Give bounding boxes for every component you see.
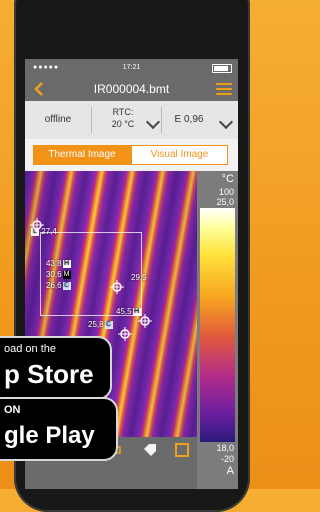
rtc-value: 20 °C: [111, 119, 135, 129]
back-icon[interactable]: [31, 80, 49, 98]
cold-spot-crosshair-icon[interactable]: [118, 327, 132, 341]
rtc-readout[interactable]: RTC: 20 °C: [92, 106, 154, 130]
scale-min: -20: [220, 454, 234, 464]
scale-unit: °C: [221, 173, 234, 185]
crosshair-icon[interactable]: [110, 280, 124, 294]
menu-icon[interactable]: [216, 83, 232, 95]
crosshair-icon[interactable]: [30, 218, 44, 232]
tab-visual-image[interactable]: Visual Image: [131, 145, 228, 165]
emissivity-value[interactable]: E 0,96: [164, 114, 214, 125]
file-title: IR000004.bmt: [93, 82, 170, 96]
app-store-badge[interactable]: oad on the p Store: [0, 336, 112, 400]
scale-max: 100: [218, 187, 234, 197]
spot-hot-label: 45,5 H: [116, 307, 141, 316]
tag-icon[interactable]: [143, 443, 157, 457]
battery-icon: [212, 64, 232, 73]
spot-value: 29,5: [131, 273, 147, 282]
tab-thermal-image[interactable]: Thermal Image: [33, 145, 131, 165]
connection-status: offline: [44, 114, 72, 125]
frame-icon[interactable]: [175, 443, 189, 457]
badge-line1: ON: [4, 404, 21, 416]
info-bar: offline RTC: 20 °C E 0,96: [25, 101, 238, 139]
stat-max: 43,8 H: [46, 259, 71, 268]
color-palette-bar: [200, 208, 235, 442]
temperature-scale[interactable]: °C 100 25,0 18,0 -20 A: [197, 171, 238, 489]
status-bar: ●●●●● 17:21: [25, 59, 238, 77]
status-time: 17:21: [122, 64, 141, 71]
badge-line2: gle Play: [4, 422, 95, 449]
hot-spot-crosshair-icon[interactable]: [138, 314, 152, 328]
stat-mean: 30,6 M: [46, 270, 71, 279]
badge-line2: p Store: [4, 359, 94, 389]
google-play-badge[interactable]: ON gle Play: [0, 397, 118, 461]
emissivity-chevron-down-icon[interactable]: [218, 114, 234, 130]
scale-top-value: 25,0: [216, 197, 234, 207]
image-tabs: Thermal Image Visual Image: [25, 139, 238, 171]
nav-bar: IR000004.bmt: [25, 77, 238, 101]
scale-mode[interactable]: A: [197, 465, 238, 477]
stat-min: 26,6 C: [46, 281, 71, 290]
divider: [161, 107, 162, 133]
rtc-label: RTC:: [112, 107, 134, 117]
scale-bottom-value: 18,0: [216, 443, 234, 453]
spot-cold-label: 25,8 C: [88, 320, 113, 329]
badge-line1: oad on the: [4, 343, 56, 355]
